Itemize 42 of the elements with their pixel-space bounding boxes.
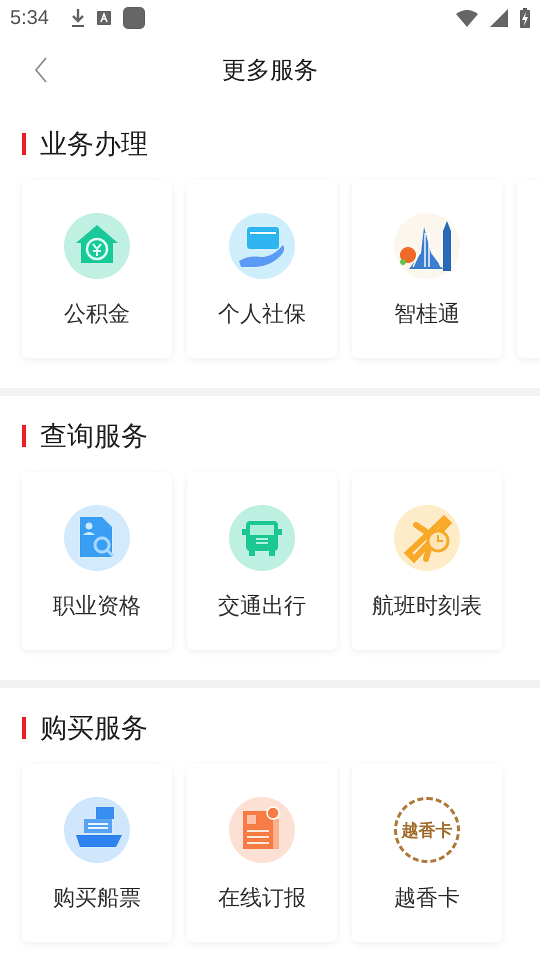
service-card[interactable]: 个人社保 (187, 180, 337, 358)
service-label: 购买船票 (53, 884, 141, 912)
service-card[interactable]: 公积金 (22, 180, 172, 358)
seal-logo: 越香卡 (394, 797, 460, 863)
bus-icon (229, 505, 295, 571)
service-card[interactable]: 在线订报 (187, 764, 337, 942)
ship-icon (64, 797, 130, 863)
wifi-icon (456, 10, 478, 26)
plane-clock-icon (394, 505, 460, 571)
service-card[interactable]: 交通出行 (187, 472, 337, 650)
document-search-icon (64, 505, 130, 571)
service-label: 智桂通 (394, 300, 460, 328)
service-label: 个人社保 (218, 300, 306, 328)
hand-card-icon (229, 213, 295, 279)
newspaper-icon (229, 797, 295, 863)
service-label: 职业资格 (53, 592, 141, 620)
service-card[interactable]: 购买船票 (22, 764, 172, 942)
signal-icon (490, 9, 508, 27)
house-icon (64, 213, 130, 279)
section-marker (22, 425, 26, 447)
service-label: 交通出行 (218, 592, 306, 620)
service-label: 越香卡 (394, 884, 460, 912)
status-time: 5:34 (10, 6, 49, 30)
service-label: 公积金 (64, 300, 130, 328)
battery-icon (520, 8, 530, 28)
section-marker (22, 133, 26, 155)
landmark-icon (394, 213, 460, 279)
section-title: 业务办理 (40, 128, 148, 161)
service-card[interactable]: 智桂通 (352, 180, 502, 358)
section-title: 查询服务 (40, 420, 148, 453)
service-card[interactable]: 越香卡 越香卡 (352, 764, 502, 942)
section-marker (22, 717, 26, 739)
service-label: 在线订报 (218, 884, 306, 912)
back-icon[interactable] (34, 57, 48, 83)
download-icon (70, 8, 85, 28)
app-icon (122, 7, 145, 29)
service-card[interactable]: 职业资格 (22, 472, 172, 650)
font-icon (96, 11, 111, 25)
service-card[interactable]: 航班时刻表 (352, 472, 502, 650)
page-title: 更多服务 (222, 57, 318, 86)
section-title: 购买服务 (40, 712, 148, 745)
service-label: 航班时刻表 (372, 592, 482, 620)
